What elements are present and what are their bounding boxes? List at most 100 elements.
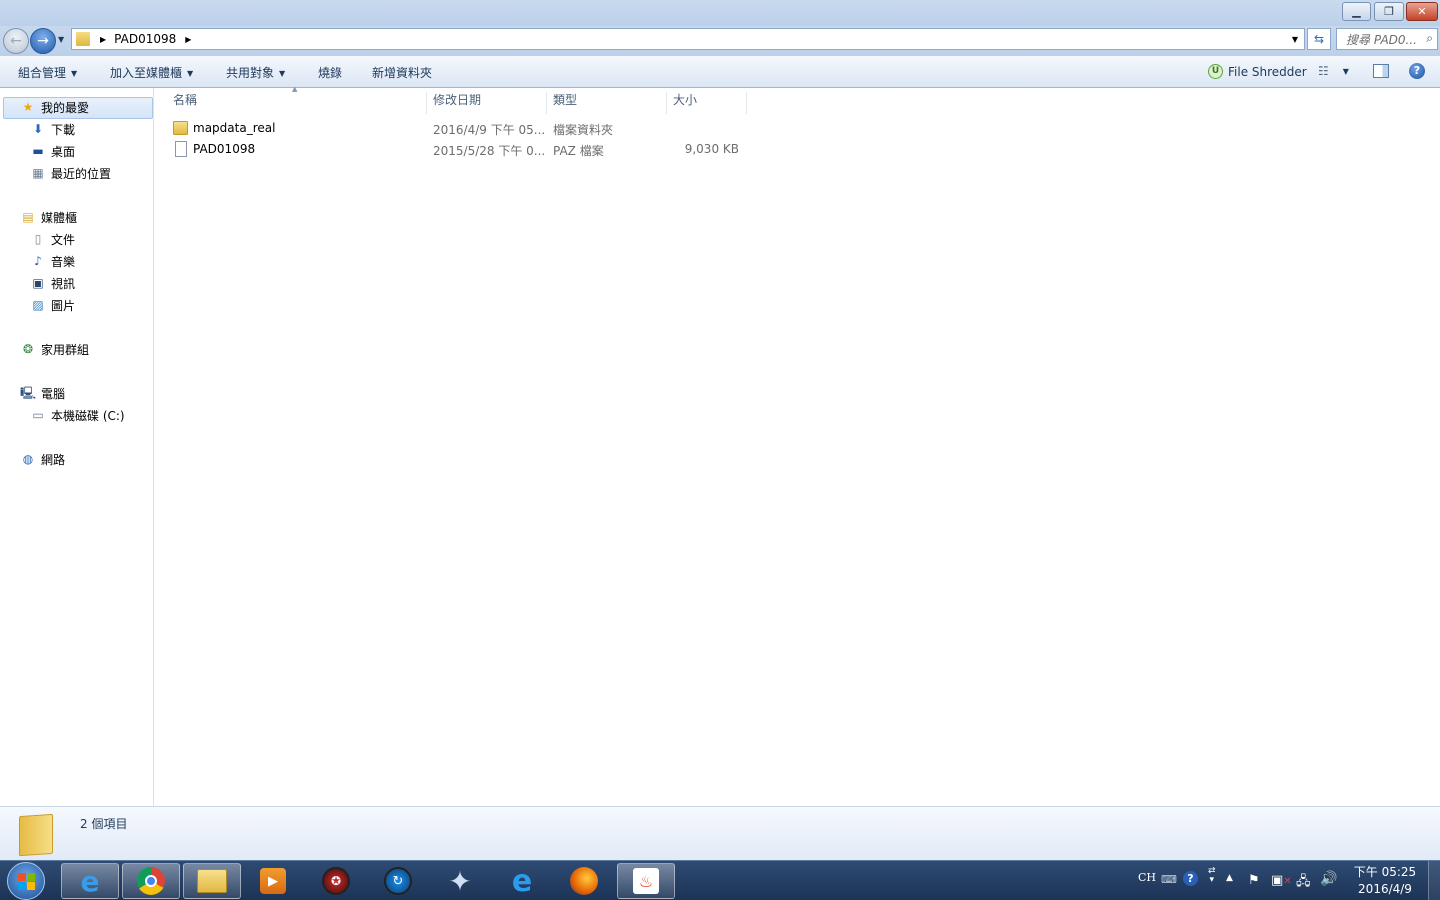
file-date: 2016/4/9 下午 05... (433, 123, 546, 137)
file-size: 9,030 KB (684, 142, 739, 156)
network-status-icon[interactable]: ▣✕ (1271, 873, 1292, 888)
burn-button[interactable]: 燒錄 (318, 64, 342, 81)
search-icon[interactable]: ⌕ (1426, 31, 1433, 46)
sidebar-item-videos[interactable]: ▣ 視訊 (30, 273, 75, 293)
taskbar-app-shield-icon[interactable]: ✦ (431, 863, 489, 899)
share-button[interactable]: 共用對象 ▼ (226, 64, 285, 81)
chevron-down-icon: ▼ (1342, 67, 1349, 76)
sidebar-item-desktop[interactable]: ▬ 桌面 (30, 141, 75, 161)
connection-icon[interactable]: 🖧 (1296, 872, 1311, 894)
library-icon: ▤ (22, 210, 34, 224)
sidebar-item-homegroup[interactable]: ❂ 家用群組 (20, 339, 89, 359)
preview-pane-button[interactable] (1373, 64, 1389, 78)
details-pane: 2 個項目 (0, 806, 1440, 860)
ime-options-icon[interactable]: ⇄ ▾ (1208, 867, 1216, 885)
restore-icon: ❐ (1384, 5, 1394, 18)
sidebar-item-label: 圖片 (51, 298, 76, 313)
taskbar-ie-icon[interactable]: e (61, 863, 119, 899)
close-button[interactable]: ✕ (1406, 2, 1438, 21)
new-folder-button[interactable]: 新增資料夾 (372, 64, 432, 81)
shield-app-icon: ✦ (448, 864, 472, 898)
taskbar-java-icon[interactable]: ♨ (617, 863, 675, 899)
sidebar-item-downloads[interactable]: ⬇ 下載 (30, 119, 75, 139)
taskbar-media-icon[interactable]: ▶ (244, 863, 302, 899)
add-to-library-button[interactable]: 加入至媒體櫃 ▼ (110, 64, 193, 81)
sidebar-item-label: 文件 (51, 232, 76, 247)
file-shredder-button[interactable]: U File Shredder (1208, 64, 1307, 79)
shredder-icon: U (1208, 64, 1223, 79)
clock[interactable]: 下午 05:25 2016/4/9 (1352, 864, 1418, 898)
breadcrumb-separator-icon[interactable]: ▶ (100, 35, 106, 44)
breadcrumb-separator-icon[interactable]: ▶ (185, 35, 191, 44)
sidebar-item-libraries[interactable]: ▤ 媒體櫃 (20, 207, 77, 227)
action-center-icon[interactable]: ⚑ (1248, 873, 1260, 888)
sidebar-item-computer[interactable]: 🖳 電腦 (20, 383, 65, 403)
sidebar-item-recent[interactable]: ▦ 最近的位置 (30, 163, 111, 183)
address-box[interactable]: ▶ PAD01098 ▶ ▼ (71, 28, 1305, 50)
sidebar-item-label: 桌面 (51, 144, 76, 159)
ie-blue-icon: e (511, 863, 533, 899)
taskbar-app-red-icon[interactable]: ✪ (307, 863, 365, 899)
change-view-button[interactable]: ☷ ▼ (1318, 64, 1349, 78)
file-row[interactable]: mapdata_real 2016/4/9 下午 05... 檔案資料夾 (170, 119, 750, 139)
show-desktop-button[interactable] (1428, 861, 1440, 900)
blue-app-icon: ↻ (384, 867, 412, 895)
restore-button[interactable]: ❐ (1374, 2, 1404, 21)
taskbar-edge-icon[interactable]: e (493, 863, 551, 899)
new-folder-label: 新增資料夾 (372, 66, 433, 80)
taskbar-firefox-icon[interactable] (555, 863, 613, 899)
file-type: 檔案資料夾 (553, 123, 614, 137)
pictures-icon: ▨ (32, 298, 44, 312)
back-button[interactable]: ← (3, 28, 29, 54)
organize-button[interactable]: 組合管理 ▼ (18, 64, 77, 81)
documents-icon: ▯ (34, 232, 42, 246)
taskbar-app-blue-icon[interactable]: ↻ (369, 863, 427, 899)
sidebar-item-pictures[interactable]: ▨ 圖片 (30, 295, 75, 315)
show-hidden-icons[interactable]: ▲ (1226, 873, 1233, 883)
address-bar-row: ← → ▼ ▶ PAD01098 ▶ ▼ ⇆ 搜尋 PAD0... ⌕ (0, 26, 1440, 56)
volume-icon[interactable]: 🔊 (1320, 871, 1337, 887)
star-icon: ★ (22, 100, 34, 114)
search-input[interactable]: 搜尋 PAD0... ⌕ (1336, 28, 1438, 50)
firefox-icon (570, 867, 598, 895)
language-indicator[interactable]: CH (1138, 871, 1156, 884)
back-arrow-icon: ← (10, 33, 22, 49)
sidebar-item-network[interactable]: ◍ 網路 (20, 449, 65, 469)
address-dropdown-icon[interactable]: ▼ (1292, 35, 1298, 44)
sidebar-item-label: 下載 (51, 122, 76, 137)
search-placeholder: 搜尋 PAD0... (1346, 32, 1417, 47)
music-icon: ♪ (34, 254, 42, 268)
keyboard-icon[interactable]: ⌨ (1161, 873, 1177, 886)
java-icon: ♨ (633, 868, 659, 894)
file-row[interactable]: PAD01098 2015/5/28 下午 0... PAZ 檔案 9,030 … (170, 140, 750, 160)
close-icon: ✕ (1417, 5, 1427, 18)
help-tray-icon[interactable]: ? (1183, 871, 1198, 886)
column-header-name[interactable]: 名稱 (167, 92, 427, 114)
explorer-folder-icon (197, 869, 227, 893)
sidebar-item-label: 音樂 (51, 254, 76, 269)
chevron-down-icon: ▼ (187, 69, 194, 78)
column-header-date[interactable]: 修改日期 (427, 92, 547, 114)
column-header-size[interactable]: 大小 (667, 92, 747, 114)
clock-time: 下午 05:25 (1353, 865, 1417, 879)
sidebar-item-local-disk[interactable]: ▭ 本機磁碟 (C:) (30, 405, 124, 425)
taskbar: e ▶ ✪ ↻ ✦ e ♨ CH ⌨ ? ⇄ ▾ ▲ ⚑ ▣✕ 🖧 🔊 下午 05… (0, 860, 1440, 900)
sidebar-item-music[interactable]: ♪ 音樂 (30, 251, 75, 271)
column-header-label: 名稱 (173, 93, 198, 107)
sidebar-item-documents[interactable]: ▯ 文件 (30, 229, 75, 249)
forward-button[interactable]: → (30, 28, 56, 54)
title-bar: ▁ ❐ ✕ (0, 0, 1440, 26)
recent-pages-dropdown-icon[interactable]: ▼ (58, 35, 64, 44)
taskbar-explorer-icon[interactable] (183, 863, 241, 899)
breadcrumb-item[interactable]: PAD01098 (114, 32, 176, 46)
desktop-icon: ▬ (32, 144, 44, 158)
column-header-type[interactable]: 類型 (547, 92, 667, 114)
help-button[interactable]: ? (1409, 63, 1425, 79)
refresh-button[interactable]: ⇆ (1307, 28, 1331, 50)
sidebar-item-favorites[interactable]: ★ 我的最愛 (20, 97, 89, 117)
computer-icon: 🖳 (20, 386, 37, 400)
media-player-icon: ▶ (260, 868, 286, 894)
minimize-button[interactable]: ▁ (1342, 2, 1371, 21)
taskbar-chrome-icon[interactable] (122, 863, 180, 899)
start-button[interactable] (7, 862, 45, 900)
